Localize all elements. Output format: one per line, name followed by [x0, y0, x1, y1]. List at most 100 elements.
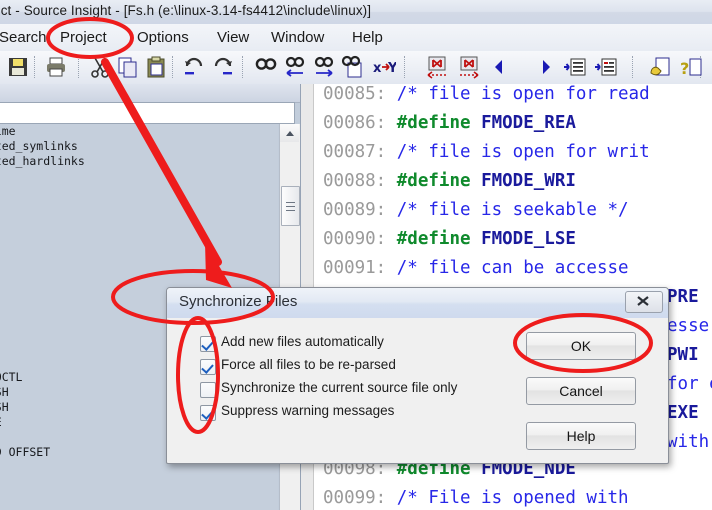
ok-button[interactable]: OK [526, 332, 636, 360]
code-token: #define [396, 229, 482, 249]
help-icon[interactable]: ? [679, 55, 703, 79]
toolbar-separator [172, 56, 175, 78]
paste-icon[interactable] [144, 55, 168, 79]
undo-icon[interactable] [182, 55, 206, 79]
search-back-icon[interactable] [283, 55, 307, 79]
checkbox-unchecked-icon[interactable] [200, 382, 216, 398]
toolbar-separator [404, 56, 407, 78]
symbol-list-item[interactable]: k_time [0, 124, 16, 138]
help-button[interactable]: Help [526, 422, 636, 450]
menu-item-search[interactable]: Search [0, 28, 50, 47]
symbol-list-item[interactable]: E_IOCTL [0, 370, 22, 384]
code-token: EXE [667, 403, 699, 423]
code-token: esse [667, 316, 710, 336]
menubar: Search Project Options View Window Help [0, 24, 712, 52]
menu-item-view[interactable]: View [214, 28, 252, 47]
symbol-list-item[interactable]: GNED OFFSET [0, 445, 50, 459]
code-token: /* file is open for writ [396, 142, 650, 162]
code-line[interactable]: 00086: #define FMODE_REA [323, 113, 576, 133]
svg-text:Y: Y [387, 61, 396, 76]
svg-text:x: x [373, 61, 382, 76]
code-token: FMODE_REA [481, 113, 576, 133]
code-token: /* file is open for read [396, 84, 650, 104]
toolbar: x Y? [0, 51, 712, 85]
search-icon[interactable] [254, 55, 278, 79]
code-token: FMODE_WRI [481, 171, 576, 191]
bookmark-prev-icon[interactable] [425, 55, 449, 79]
symbol-list-item[interactable]: TIME [0, 415, 2, 429]
code-token: PWI [667, 345, 699, 365]
scrollbar-thumb[interactable] [281, 186, 300, 226]
svg-text:?: ? [680, 59, 689, 78]
menu-item-options[interactable]: Options [134, 28, 192, 47]
code-line[interactable]: 00090: #define FMODE_LSE [323, 229, 576, 249]
save-icon[interactable] [6, 55, 30, 79]
symbol-list-item[interactable]: tected_symlinks [0, 139, 78, 153]
line-number: 00087: [323, 142, 387, 162]
symbol-list-item[interactable]: THASH [0, 385, 9, 399]
symbol-list-item[interactable]: tected_hardlinks [0, 154, 85, 168]
jump-def-icon[interactable] [563, 55, 587, 79]
line-number: 00099: [323, 488, 387, 508]
close-icon[interactable] [625, 291, 663, 313]
jump-ref-icon[interactable] [594, 55, 618, 79]
menu-item-window[interactable]: Window [268, 28, 327, 47]
menu-item-help[interactable]: Help [349, 28, 386, 47]
replace-icon[interactable]: xY [372, 55, 398, 79]
checkbox-checked-icon[interactable] [200, 405, 216, 421]
checkbox-label: Suppress warning messages [221, 403, 395, 418]
window-titlebar: ject - Source Insight - [Fs.h (e:\linux-… [0, 0, 712, 25]
line-number: 00090: [323, 229, 387, 249]
cut-icon[interactable] [88, 55, 112, 79]
context-help-icon[interactable] [648, 55, 672, 79]
back-arrow-icon[interactable] [493, 55, 517, 79]
checkbox-checked-icon[interactable] [200, 336, 216, 352]
code-line[interactable]: 00085: /* file is open for read [323, 84, 650, 104]
scroll-up-arrow-icon[interactable] [280, 124, 299, 142]
dialog-body: Add new files automatically Force all fil… [167, 318, 668, 462]
line-number: 00088: [323, 171, 387, 191]
code-token: FMODE_LSE [481, 229, 576, 249]
symbol-panel-header [0, 84, 300, 103]
redo-icon[interactable] [211, 55, 235, 79]
search-files-icon[interactable] [341, 55, 365, 79]
code-token: /* file can be accesse [396, 258, 629, 278]
window-title: ject - Source Insight - [Fs.h (e:\linux-… [0, 3, 372, 18]
toolbar-separator [242, 56, 245, 78]
line-number: 00089: [323, 200, 387, 220]
code-line[interactable]: 00091: /* file can be accesse [323, 258, 629, 278]
cancel-button[interactable]: Cancel [526, 377, 636, 405]
code-token: for e [667, 374, 712, 394]
checkbox-label: Force all files to be re-parsed [221, 357, 396, 372]
checkbox-label: Synchronize the current source file only [221, 380, 458, 395]
code-token: #define [396, 113, 482, 133]
search-fwd-icon[interactable] [312, 55, 336, 79]
code-token: /* File is opened with [396, 488, 629, 508]
code-token: #define [396, 171, 482, 191]
bookmark-next-icon[interactable] [457, 55, 481, 79]
code-line[interactable]: 00088: #define FMODE_WRI [323, 171, 576, 191]
toolbar-separator [34, 56, 37, 78]
code-line[interactable]: 00099: /* File is opened with [323, 488, 629, 508]
code-token: PRE [667, 287, 699, 307]
symbol-search-input[interactable] [0, 102, 295, 124]
line-number: 00085: [323, 84, 387, 104]
toolbar-separator [78, 56, 81, 78]
code-line[interactable]: 00087: /* file is open for writ [323, 142, 650, 162]
print-icon[interactable] [44, 55, 68, 79]
menu-item-project[interactable]: Project [57, 28, 110, 47]
checkbox-checked-icon[interactable] [200, 359, 216, 375]
code-line[interactable]: 00089: /* file is seekable */ [323, 200, 629, 220]
copy-icon[interactable] [116, 55, 140, 79]
dialog-title: Synchronize Files [179, 293, 298, 310]
code-token: with [667, 432, 710, 452]
code-token: /* file is seekable */ [396, 200, 629, 220]
symbol-list-item[interactable]: THASH [0, 400, 9, 414]
synchronize-files-dialog[interactable]: Synchronize Files Add new files automati… [166, 287, 669, 464]
dialog-titlebar: Synchronize Files [167, 288, 668, 319]
checkbox-label: Add new files automatically [221, 334, 384, 349]
toolbar-separator [632, 56, 635, 78]
line-number: 00086: [323, 113, 387, 133]
line-number: 00091: [323, 258, 387, 278]
forward-arrow-icon[interactable] [528, 55, 552, 79]
